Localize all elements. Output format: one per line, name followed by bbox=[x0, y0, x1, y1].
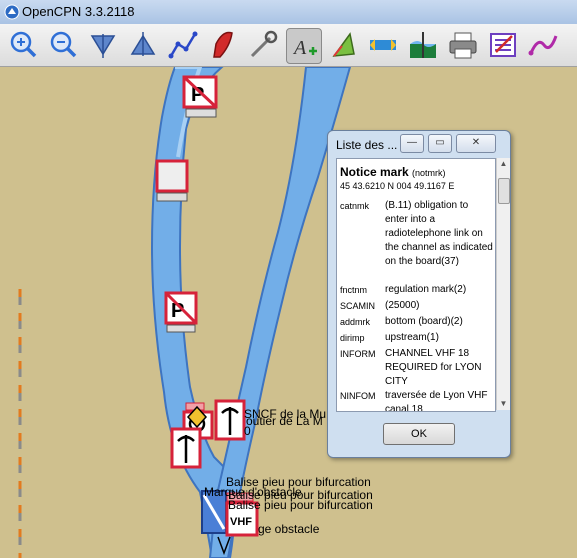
attribute-value: (25000) bbox=[385, 300, 420, 311]
object-query-dialog: Liste des ... — ▭ ✕ Notice mark (notmrk)… bbox=[327, 130, 511, 458]
scale-out-icon bbox=[130, 32, 156, 56]
scale-in-button[interactable] bbox=[86, 28, 120, 62]
chart-icon bbox=[410, 32, 436, 58]
object-position: 45 43.6210 N 004 49.1167 E bbox=[340, 181, 455, 191]
current-button[interactable] bbox=[366, 28, 400, 62]
attribute-key: addmrk bbox=[340, 317, 371, 327]
maximize-icon: ▭ bbox=[435, 137, 445, 148]
attribute-value: (B.11) obligation to enter into a radiot… bbox=[385, 200, 493, 267]
notice-mark-parking[interactable]: P bbox=[164, 291, 198, 333]
ship-button[interactable] bbox=[206, 28, 240, 62]
attribute-value: bottom (board)(2) bbox=[385, 316, 463, 327]
scroll-up-icon[interactable]: ▲ bbox=[497, 158, 510, 170]
svg-text:VHF: VHF bbox=[230, 516, 252, 528]
scroll-thumb[interactable] bbox=[498, 178, 510, 204]
svg-text:A: A bbox=[292, 37, 307, 59]
zoom-out-icon bbox=[50, 31, 77, 58]
attribute-key: INFORM bbox=[340, 349, 376, 359]
scale-out-button[interactable] bbox=[126, 28, 160, 62]
attribute-value: upstream(1) bbox=[385, 332, 439, 343]
attribute-value: traversée de Lyon VHF canal 18 bbox=[385, 390, 488, 412]
app-icon bbox=[4, 4, 20, 20]
object-code: (notmrk) bbox=[412, 168, 446, 178]
settings-icon bbox=[490, 33, 516, 57]
map-label: 0 bbox=[244, 424, 251, 438]
scale-in-icon bbox=[90, 34, 116, 58]
map-label: ge obstacle bbox=[258, 522, 320, 536]
route-icon bbox=[168, 31, 198, 59]
title-bar: OpenCPN 3.3.2118 bbox=[0, 0, 577, 24]
attribute-key: NINFOM bbox=[340, 391, 376, 401]
notice-mark-anchor[interactable] bbox=[214, 399, 246, 441]
map-label: outier de La M bbox=[246, 414, 323, 428]
tide-icon bbox=[332, 32, 355, 57]
track-button[interactable] bbox=[526, 28, 560, 62]
close-icon: ✕ bbox=[471, 137, 481, 148]
ok-button[interactable]: OK bbox=[383, 423, 455, 445]
attribute-key: dirimp bbox=[340, 333, 365, 343]
text-icon: A bbox=[292, 37, 317, 59]
scroll-down-icon[interactable]: ▼ bbox=[497, 398, 510, 410]
ship-icon bbox=[213, 31, 233, 58]
chart-button[interactable] bbox=[406, 28, 440, 62]
minimize-button[interactable]: — bbox=[400, 134, 424, 153]
print-button[interactable] bbox=[446, 28, 480, 62]
attribute-value: regulation mark(2) bbox=[385, 284, 467, 295]
object-name: Notice mark bbox=[340, 165, 409, 179]
attribute-value: CHANNEL VHF 18 REQUIRED for LYON CITY bbox=[385, 348, 482, 387]
window-title: OpenCPN 3.3.2118 bbox=[22, 4, 135, 19]
dialog-title: Liste des ... bbox=[336, 138, 398, 152]
close-button[interactable]: ✕ bbox=[456, 134, 496, 153]
minimize-icon: — bbox=[407, 137, 417, 148]
print-icon bbox=[449, 32, 477, 59]
zoom-in-icon bbox=[10, 31, 37, 58]
measure-icon bbox=[250, 30, 278, 58]
object-info-panel[interactable]: Notice mark (notmrk) 45 43.6210 N 004 49… bbox=[336, 158, 496, 412]
info-scrollbar[interactable]: ▲ ▼ bbox=[496, 158, 510, 410]
track-icon bbox=[528, 35, 558, 56]
attribute-key: catnmk bbox=[340, 201, 370, 211]
text-button[interactable]: A bbox=[286, 28, 322, 64]
maximize-button[interactable]: ▭ bbox=[428, 134, 452, 153]
tide-button[interactable] bbox=[326, 28, 360, 62]
zoom-in-button[interactable] bbox=[6, 28, 40, 62]
notice-mark-anchor-lower[interactable] bbox=[170, 427, 202, 469]
measure-button[interactable] bbox=[246, 28, 280, 62]
zoom-out-button[interactable] bbox=[46, 28, 80, 62]
map-label: Balise pieu pour bifurcation bbox=[228, 498, 373, 512]
current-icon bbox=[370, 39, 396, 51]
object-heading: Notice mark (notmrk) bbox=[340, 165, 446, 179]
settings-button[interactable] bbox=[486, 28, 520, 62]
notice-mark-parking-top[interactable]: P bbox=[182, 75, 218, 118]
toolbar: A bbox=[0, 24, 577, 67]
attribute-key: fnctnm bbox=[340, 285, 368, 295]
route-button[interactable] bbox=[166, 28, 200, 62]
attribute-key: SCAMIN bbox=[340, 301, 376, 311]
notice-mark-blank[interactable] bbox=[155, 159, 189, 202]
